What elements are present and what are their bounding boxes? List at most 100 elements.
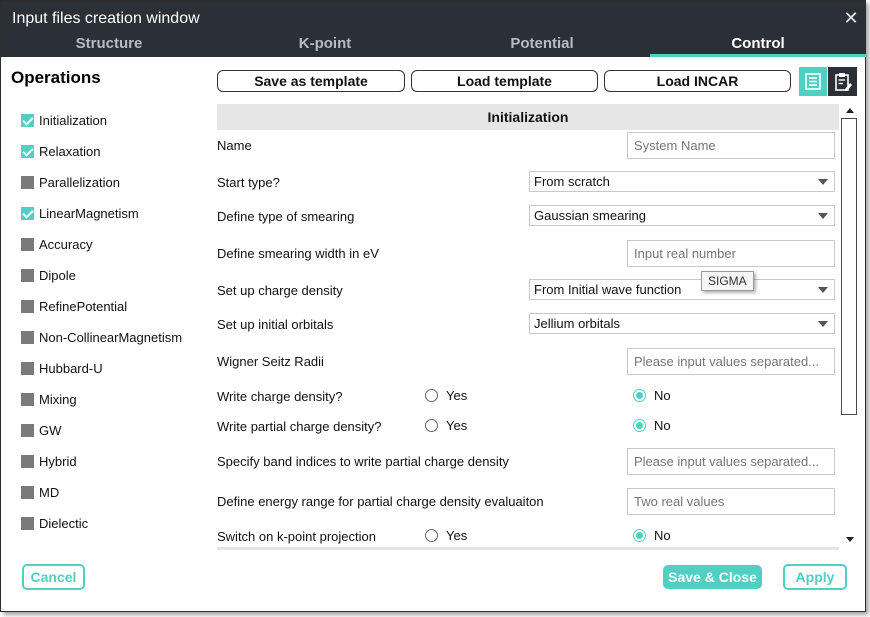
initial-orbitals-value: Jellium orbitals xyxy=(534,316,620,331)
start-type-label: Start type? xyxy=(217,175,280,190)
start-type-value: From scratch xyxy=(534,174,610,189)
name-label: Name xyxy=(217,138,252,153)
system-name-input[interactable] xyxy=(627,132,835,159)
checkbox-unchecked-icon[interactable] xyxy=(21,424,34,437)
checkbox-unchecked-icon[interactable] xyxy=(21,269,34,282)
operation-label: GW xyxy=(39,423,62,438)
operation-label: Relaxation xyxy=(39,144,101,159)
tab-control[interactable]: Control xyxy=(650,35,866,55)
radio-label: No xyxy=(654,388,671,403)
kpoint-projection-label: Switch on k-point projection xyxy=(217,529,376,544)
radio-label: No xyxy=(654,528,671,543)
operation-item[interactable]: Relaxation xyxy=(21,142,201,162)
operation-item[interactable]: Accuracy xyxy=(21,235,201,255)
charge-density-value: From Initial wave function xyxy=(534,282,682,297)
write-partial-no-radio[interactable]: No xyxy=(633,417,693,435)
scrollbar-thumb[interactable] xyxy=(841,118,857,415)
charge-density-select[interactable]: From Initial wave function xyxy=(529,279,835,300)
checkbox-checked-icon[interactable] xyxy=(21,207,34,220)
checkbox-unchecked-icon[interactable] xyxy=(21,517,34,530)
start-type-select[interactable]: From scratch xyxy=(529,171,835,192)
checkbox-unchecked-icon[interactable] xyxy=(21,486,34,499)
scroll-up-icon[interactable] xyxy=(843,104,857,118)
load-incar-button[interactable]: Load INCAR xyxy=(604,70,791,92)
smearing-width-input[interactable] xyxy=(627,240,835,267)
wigner-seitz-input[interactable] xyxy=(627,348,835,375)
operations-title: Operations xyxy=(11,68,101,87)
tab-potential[interactable]: Potential xyxy=(434,35,650,55)
operation-label: Accuracy xyxy=(39,237,93,252)
radio-circle-icon xyxy=(425,419,438,432)
write-partial-yes-radio[interactable]: Yes xyxy=(425,417,485,435)
save-as-template-button[interactable]: Save as template xyxy=(217,70,405,92)
radio-label: No xyxy=(654,418,671,433)
checkbox-unchecked-icon[interactable] xyxy=(21,455,34,468)
operation-label: Dielectic xyxy=(39,516,89,531)
radio-selected-icon xyxy=(633,419,646,432)
radio-circle-icon xyxy=(425,529,438,542)
kpoint-projection-yes-radio[interactable]: Yes xyxy=(425,527,485,545)
section-title: Initialization xyxy=(217,104,839,130)
operation-item[interactable]: Mixing xyxy=(21,390,201,410)
operation-label: Parallelization xyxy=(39,175,120,190)
operation-item[interactable]: MD xyxy=(21,483,201,503)
operation-label: Mixing xyxy=(39,392,77,407)
operation-label: Dipole xyxy=(39,268,76,283)
energy-range-input[interactable] xyxy=(627,488,835,515)
operation-label: LinearMagnetism xyxy=(39,206,139,221)
radio-label: Yes xyxy=(446,388,468,403)
operation-item[interactable]: LinearMagnetism xyxy=(21,204,201,224)
operation-item[interactable]: Initialization xyxy=(21,111,201,131)
radio-selected-icon xyxy=(633,529,646,542)
load-template-button[interactable]: Load template xyxy=(411,70,598,92)
operation-item[interactable]: Dipole xyxy=(21,266,201,286)
close-icon[interactable]: ✕ xyxy=(842,9,860,27)
operation-item[interactable]: Hubbard-U xyxy=(21,359,201,379)
input-files-window: Input files creation window ✕ Structure … xyxy=(0,0,866,612)
tab-structure[interactable]: Structure xyxy=(1,35,217,55)
band-indices-input[interactable] xyxy=(627,448,835,475)
operation-label: Hybrid xyxy=(39,454,77,469)
checkbox-checked-icon[interactable] xyxy=(21,145,34,158)
title-bar: Input files creation window ✕ Structure … xyxy=(1,1,866,57)
scroll-down-icon[interactable] xyxy=(843,532,857,546)
kpoint-projection-no-radio[interactable]: No xyxy=(633,527,693,545)
operation-item[interactable]: Parallelization xyxy=(21,173,201,193)
operation-item[interactable]: Hybrid xyxy=(21,452,201,472)
clipboard-edit-icon[interactable] xyxy=(828,67,857,96)
band-indices-label: Specify band indices to write partial ch… xyxy=(217,454,509,469)
write-partial-label: Write partial charge density? xyxy=(217,419,382,434)
apply-button[interactable]: Apply xyxy=(783,564,847,590)
operation-item[interactable]: GW xyxy=(21,421,201,441)
checkbox-checked-icon[interactable] xyxy=(21,114,34,127)
radio-label: Yes xyxy=(446,528,468,543)
checkbox-unchecked-icon[interactable] xyxy=(21,300,34,313)
operation-item[interactable]: Non-CollinearMagnetism xyxy=(21,328,201,348)
list-view-icon[interactable] xyxy=(799,67,827,96)
tab-k-point[interactable]: K-point xyxy=(217,35,433,55)
chevron-down-icon xyxy=(818,213,828,219)
checkbox-unchecked-icon[interactable] xyxy=(21,238,34,251)
checkbox-unchecked-icon[interactable] xyxy=(21,362,34,375)
save-close-button[interactable]: Save & Close xyxy=(663,565,762,589)
operation-label: Initialization xyxy=(39,113,107,128)
operation-item[interactable]: RefinePotential xyxy=(21,297,201,317)
write-charge-label: Write charge density? xyxy=(217,389,343,404)
initial-orbitals-select[interactable]: Jellium orbitals xyxy=(529,313,835,334)
checkbox-unchecked-icon[interactable] xyxy=(21,393,34,406)
form-bottom-edge xyxy=(217,547,839,550)
write-charge-no-radio[interactable]: No xyxy=(633,387,693,405)
chevron-down-icon xyxy=(818,287,828,293)
smearing-type-value: Gaussian smearing xyxy=(534,208,646,223)
smearing-type-select[interactable]: Gaussian smearing xyxy=(529,205,835,226)
checkbox-unchecked-icon[interactable] xyxy=(21,331,34,344)
radio-label: Yes xyxy=(446,418,468,433)
checkbox-unchecked-icon[interactable] xyxy=(21,176,34,189)
smearing-width-label: Define smearing width in eV xyxy=(217,246,379,261)
charge-density-label: Set up charge density xyxy=(217,283,343,298)
cancel-button[interactable]: Cancel xyxy=(22,564,85,590)
operation-item[interactable]: Dielectic xyxy=(21,514,201,534)
radio-circle-icon xyxy=(425,389,438,402)
write-charge-yes-radio[interactable]: Yes xyxy=(425,387,485,405)
chevron-down-icon xyxy=(818,321,828,327)
